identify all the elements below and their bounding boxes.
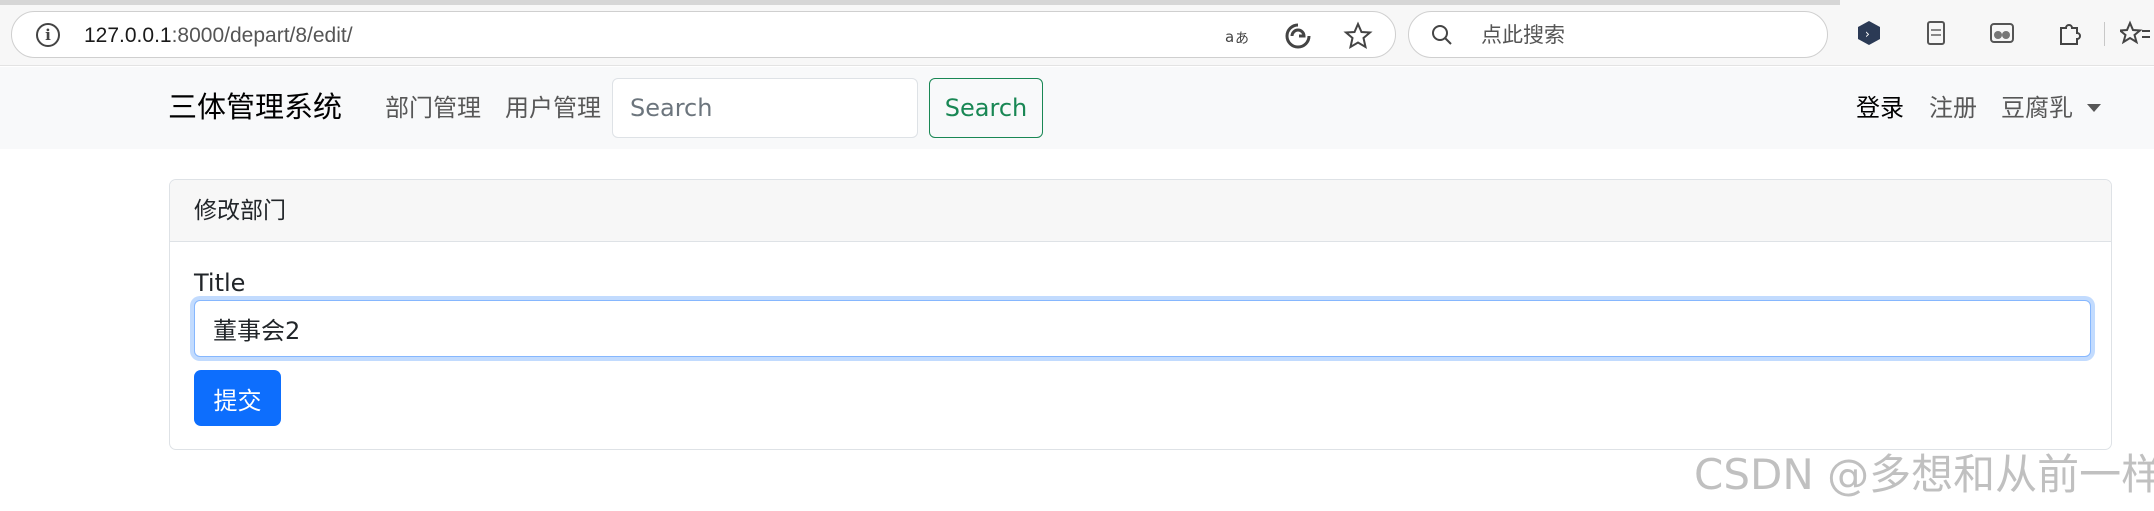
edge-refresh-icon[interactable] [1283,21,1313,51]
card-header: 修改部门 [170,180,2111,242]
navbar-search-button[interactable]: Search [929,78,1043,138]
favorites-list-icon[interactable] [2117,19,2150,49]
submit-button[interactable]: 提交 [194,370,281,426]
navbar-search-input[interactable] [612,78,918,138]
collections-icon[interactable] [1987,19,2017,49]
chevron-down-icon [2087,104,2101,112]
search-icon [1432,25,1452,45]
svg-text:a: a [1225,28,1234,46]
title-input[interactable] [194,300,2091,357]
login-link[interactable]: 登录 [1856,93,1904,123]
browser-search-placeholder: 点此搜索 [1481,23,1565,47]
extension-hex-icon[interactable]: › [1854,19,1884,49]
nav-link-users[interactable]: 用户管理 [505,93,601,123]
url-host: 127.0.0.1 [84,24,172,47]
page-icon[interactable] [1921,19,1951,49]
edit-department-card: 修改部门 Title 提交 [169,179,2112,450]
title-field-label: Title [194,269,246,297]
read-aloud-icon[interactable]: a あ [1223,21,1253,51]
favorite-star-icon[interactable] [1343,21,1373,51]
navbar-brand[interactable]: 三体管理系统 [168,89,342,125]
browser-search-bar[interactable]: 点此搜索 [1408,11,1828,58]
address-url[interactable]: 127.0.0.1:8000/depart/8/edit/ [84,23,353,48]
browser-chrome: i 127.0.0.1:8000/depart/8/edit/ a あ 点此搜索 [0,0,2154,66]
puzzle-extensions-icon[interactable] [2054,19,2084,49]
address-bar[interactable]: i 127.0.0.1:8000/depart/8/edit/ a あ [11,11,1396,58]
user-dropdown[interactable]: 豆腐乳 [2001,93,2101,123]
register-link[interactable]: 注册 [1929,93,1977,123]
card-title: 修改部门 [194,198,286,224]
svg-text:あ: あ [1235,31,1249,47]
toolbar-separator [2104,22,2105,46]
user-name: 豆腐乳 [2001,94,2073,122]
url-path: :8000/depart/8/edit/ [171,24,353,47]
svg-text:›: › [1865,27,1870,41]
nav-link-departments[interactable]: 部门管理 [385,93,481,123]
csdn-watermark: CSDN @多想和从前一样 [1694,450,2154,499]
info-icon[interactable]: i [36,23,60,47]
navbar: 三体管理系统 部门管理 用户管理 Search 登录 注册 豆腐乳 [0,67,2154,149]
tab-strip-edge [0,0,1840,5]
